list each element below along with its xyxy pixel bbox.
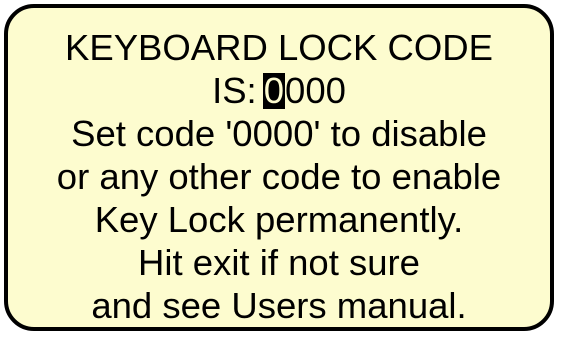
- instruction-line-disable: Set code '0000' to disable: [71, 113, 487, 154]
- lcd-screen: KEYBOARD LOCK CODE IS: 0000 Set code '000…: [4, 4, 554, 331]
- instruction-line-enable: or any other code to enable: [56, 156, 502, 197]
- page-title: KEYBOARD LOCK CODE: [65, 27, 493, 68]
- instruction-line-permanent: Key Lock permanently.: [94, 199, 464, 240]
- instruction-line-manual: and see Users manual.: [91, 285, 467, 326]
- lock-code-selected-digit[interactable]: 0: [262, 72, 286, 109]
- lock-code-remaining-digits[interactable]: 000: [285, 70, 346, 111]
- lock-code-label: IS:: [212, 70, 257, 111]
- instruction-line-exit: Hit exit if not sure: [138, 242, 420, 283]
- lock-code-row: IS: 0000: [8, 71, 550, 111]
